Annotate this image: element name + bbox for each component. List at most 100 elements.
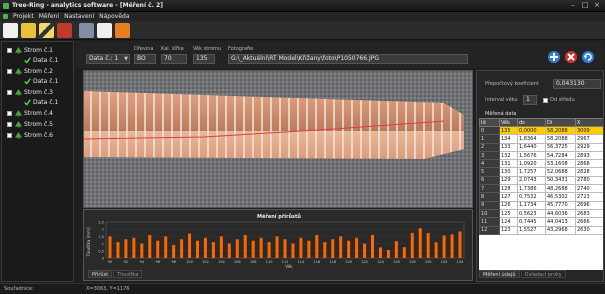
table-cell[interactable]: 0,7532 xyxy=(517,192,546,202)
table-row[interactable]: 1 134 1,8364 58,2088 2967 xyxy=(479,134,603,144)
table-cell[interactable]: 2740 xyxy=(575,184,603,194)
table-cell[interactable]: 130 xyxy=(499,167,518,177)
table-cell[interactable]: 1,7386 xyxy=(517,184,546,194)
table-cell[interactable]: 129 xyxy=(499,175,518,186)
table-cell[interactable]: 54,7284 xyxy=(545,150,576,161)
tree-item-data[interactable]: Data č.1 xyxy=(24,77,58,86)
table-cell[interactable]: 52,0688 xyxy=(545,167,576,177)
table-cell[interactable]: 3009 xyxy=(575,125,603,136)
table-cell[interactable]: 2967 xyxy=(575,134,603,144)
table-cell[interactable]: 0,7445 xyxy=(517,217,546,227)
minimize-button[interactable]: – xyxy=(568,1,578,10)
table-cell[interactable]: 2723 xyxy=(575,192,603,202)
table-cell[interactable]: 1,5676 xyxy=(517,150,546,161)
tree-checkbox[interactable] xyxy=(7,90,12,95)
table-cell[interactable]: 4 xyxy=(479,159,500,169)
table-row[interactable]: 8 127 0,7532 46,5302 2723 xyxy=(479,192,603,202)
table-cell[interactable]: 1 xyxy=(479,134,500,144)
table-cell[interactable]: 124 xyxy=(499,217,518,227)
table-cell[interactable]: 2696 xyxy=(575,200,603,210)
table-cell[interactable]: 132 xyxy=(499,150,518,161)
tree-item-data[interactable]: Data č.1 xyxy=(24,56,58,65)
tree-item-strom-2[interactable]: Strom č.2 xyxy=(7,67,53,76)
table-cell[interactable]: 2893 xyxy=(575,150,603,161)
tree-item-strom-3[interactable]: Strom č.3 xyxy=(7,88,53,97)
table-cell[interactable]: 44,6036 xyxy=(545,208,576,219)
table-cell[interactable]: 2780 xyxy=(575,175,603,186)
menu-item-nastaveni[interactable]: Nastavení xyxy=(64,13,94,20)
table-cell[interactable]: 43,2968 xyxy=(545,225,576,235)
table-cell[interactable]: 2929 xyxy=(575,142,603,152)
table-cell[interactable]: 6 xyxy=(479,175,500,186)
table-row[interactable]: 7 128 1,7386 48,2688 2740 xyxy=(479,184,603,194)
table-cell[interactable]: 53,1608 xyxy=(545,159,576,169)
table-cell[interactable]: 1,1734 xyxy=(517,200,546,210)
table-row[interactable]: 12 123 1,5527 43,2968 2630 xyxy=(479,225,603,235)
table-cell[interactable]: 127 xyxy=(499,192,518,202)
tree-item-strom-1[interactable]: Strom č.1 xyxy=(7,46,53,55)
table-cell[interactable]: 58,2088 xyxy=(545,134,576,144)
table-cell[interactable]: 10 xyxy=(479,208,500,219)
table-cell[interactable]: 2630 xyxy=(575,225,603,235)
table-row[interactable]: 10 125 0,5623 44,6036 2683 xyxy=(479,208,603,219)
wood-core-image[interactable] xyxy=(84,71,473,208)
tab-ovladaci-prvky[interactable]: Ovládací prvky xyxy=(520,270,566,278)
tree-checkbox[interactable] xyxy=(7,111,12,116)
table-cell[interactable]: 58,2088 xyxy=(545,125,576,136)
column-header-vek[interactable]: Věk xyxy=(499,118,518,127)
tree-item-strom-6[interactable]: Strom č.6 xyxy=(7,131,53,140)
table-cell[interactable]: 5 xyxy=(479,167,500,177)
table-cell[interactable]: 56,3725 xyxy=(545,142,576,152)
tree-item-strom-4[interactable]: Strom č.4 xyxy=(7,109,53,118)
kal-sirka-field[interactable]: 70 xyxy=(161,54,187,64)
tab-tloustka[interactable]: Tloušťka xyxy=(113,270,143,278)
exit-icon[interactable] xyxy=(115,23,130,38)
menu-item-mereni[interactable]: Měření xyxy=(39,13,59,20)
table-cell[interactable]: 12 xyxy=(479,225,500,235)
table-cell[interactable]: 1,7257 xyxy=(517,167,546,177)
table-cell[interactable]: 133 xyxy=(499,142,518,152)
table-cell[interactable]: 7 xyxy=(479,184,500,194)
table-cell[interactable]: 9 xyxy=(479,200,500,210)
column-header-x[interactable]: X xyxy=(575,118,603,127)
table-cell[interactable]: 48,2688 xyxy=(545,184,576,194)
table-cell[interactable]: 123 xyxy=(499,225,518,235)
sample-photo[interactable] xyxy=(83,70,473,208)
remove-icon[interactable] xyxy=(565,51,577,63)
table-row[interactable]: 4 131 1,0920 53,1608 2868 xyxy=(479,159,603,169)
table-row[interactable]: 5 130 1,7257 52,0688 2828 xyxy=(479,167,603,177)
tree-checkbox[interactable] xyxy=(7,122,12,127)
from-center-checkbox[interactable] xyxy=(543,97,548,103)
tree-checkbox[interactable] xyxy=(7,133,12,138)
table-cell[interactable]: 1,0920 xyxy=(517,159,546,169)
table-row[interactable]: 11 124 0,7445 44,0413 2666 xyxy=(479,217,603,227)
table-cell[interactable]: 46,5302 xyxy=(545,192,576,202)
tree-item-data[interactable]: Data č.1 xyxy=(24,98,58,107)
table-cell[interactable]: 128 xyxy=(499,184,518,194)
table-cell[interactable]: 0,5623 xyxy=(517,208,546,219)
table-row[interactable]: 0 135 0,0000 58,2088 3009 xyxy=(479,125,603,136)
table-cell[interactable]: 44,0413 xyxy=(545,217,576,227)
tree-checkbox[interactable] xyxy=(7,69,12,74)
table-cell[interactable]: 2666 xyxy=(575,217,603,227)
tab-mereni-udaju[interactable]: Měření údajů xyxy=(479,270,520,278)
table-cell[interactable]: 2683 xyxy=(575,208,603,219)
table-cell[interactable]: 8 xyxy=(479,192,500,202)
add-icon[interactable] xyxy=(548,51,560,63)
table-cell[interactable]: 134 xyxy=(499,134,518,144)
table-row[interactable]: 9 126 1,1734 45,7770 2696 xyxy=(479,200,603,210)
drevina-field[interactable]: BO xyxy=(134,54,156,64)
close-button[interactable]: × xyxy=(592,1,602,10)
table-cell[interactable]: 2 xyxy=(479,142,500,152)
table-cell[interactable]: 1,8364 xyxy=(517,134,546,144)
coef-field[interactable]: 0,043130 xyxy=(553,79,601,89)
table-cell[interactable]: 125 xyxy=(499,208,518,219)
interval-field[interactable]: 1 xyxy=(523,95,537,105)
table-row[interactable]: 6 129 2,0743 50,3431 2780 xyxy=(479,175,603,186)
table-cell[interactable]: 50,3431 xyxy=(545,175,576,186)
open-folder-icon[interactable] xyxy=(21,23,36,38)
column-header-id[interactable]: Id xyxy=(479,118,500,127)
table-cell[interactable]: 2828 xyxy=(575,167,603,177)
table-cell[interactable]: 2,0743 xyxy=(517,175,546,186)
delete-icon[interactable] xyxy=(57,23,72,38)
